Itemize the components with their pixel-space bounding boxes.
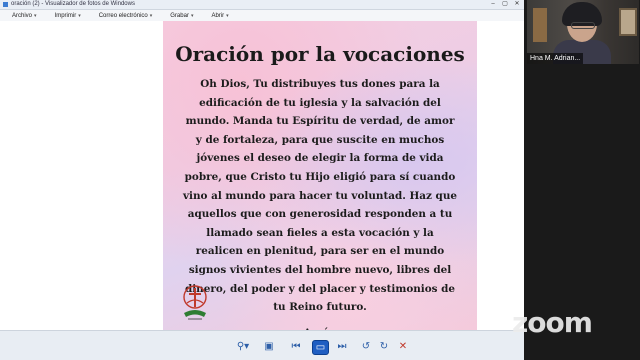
- prayer-line: pobre, que Cristo tu Hijo eligió para sí…: [184, 170, 456, 183]
- participant-video-tile[interactable]: Hna M. Adrian...: [527, 0, 639, 64]
- prayer-line: y de fortaleza, para que suscite en much…: [195, 133, 445, 146]
- close-button[interactable]: ✕: [512, 1, 522, 8]
- prayer-line: dinero, del poder y del placer y testimo…: [184, 282, 456, 295]
- magnifier-icon[interactable]: ⚲▾: [232, 340, 254, 353]
- prayer-line: mundo. Manda tu Espíritu de verdad, de a…: [185, 115, 455, 128]
- minimize-button[interactable]: –: [488, 1, 498, 8]
- menu-imprimir[interactable]: Imprimir: [43, 13, 87, 19]
- prayer-line: signos vivientes del hombre nuevo, libre…: [188, 263, 452, 276]
- menu-correo[interactable]: Correo electrónico: [87, 13, 159, 19]
- prayer-line: vino al mundo para hacer tu voluntad. Ha…: [183, 189, 457, 202]
- video-picture-frame: [619, 8, 637, 36]
- prayer-line: aquellos que con generosidad responden a…: [187, 208, 453, 221]
- title-bar: oración (2) - Visualizador de fotos de W…: [0, 0, 524, 10]
- participant-glasses: [571, 22, 595, 29]
- rotate-left-icon[interactable]: ↺: [359, 340, 373, 353]
- fit-window-icon[interactable]: ▣: [262, 340, 276, 353]
- congregation-logo-icon: [183, 285, 207, 320]
- prayer-text: Oh Dios, Tu distribuyes tus dones para l…: [181, 75, 459, 317]
- prayer-title: Oración por la vocaciones: [175, 42, 465, 66]
- next-icon[interactable]: ⏭: [332, 340, 352, 353]
- zoom-watermark: zoom: [512, 306, 593, 339]
- viewer-toolbar: ⚲▾ ▣ ⏮ ▭ ⏭ ↺ ↻ ✕: [0, 330, 524, 360]
- delete-icon[interactable]: ✕: [396, 340, 410, 353]
- prayer-line: llamado sean fieles a esta vocación y la: [206, 226, 434, 239]
- prayer-line: Oh Dios, Tu distribuyes tus dones para l…: [200, 78, 440, 90]
- menu-archivo[interactable]: Archivo: [0, 13, 43, 19]
- prayer-line: edificación de tu iglesia y la salvación…: [199, 96, 441, 109]
- prayer-line: tu Reino futuro.: [273, 301, 367, 314]
- slideshow-icon[interactable]: ▭: [312, 340, 329, 355]
- participant-name: Hna M. Adrian...: [527, 53, 584, 64]
- menu-grabar[interactable]: Grabar: [158, 13, 199, 19]
- window-title: oración (2) - Visualizador de fotos de W…: [11, 1, 135, 7]
- prayer-line: jóvenes el deseo de elegir la forma de v…: [196, 152, 444, 165]
- prayer-line: realicen en plenitud, para ser en el mun…: [195, 245, 445, 258]
- photo-viewer-icon: [3, 2, 8, 7]
- previous-icon[interactable]: ⏮: [286, 340, 306, 353]
- photo-viewer-window: oración (2) - Visualizador de fotos de W…: [0, 0, 524, 360]
- rotate-right-icon[interactable]: ↻: [377, 340, 391, 353]
- window-controls: – ▢ ✕: [488, 0, 522, 9]
- maximize-button[interactable]: ▢: [500, 1, 510, 8]
- video-shelf: [533, 8, 547, 42]
- menu-abrir[interactable]: Abrir: [199, 13, 234, 19]
